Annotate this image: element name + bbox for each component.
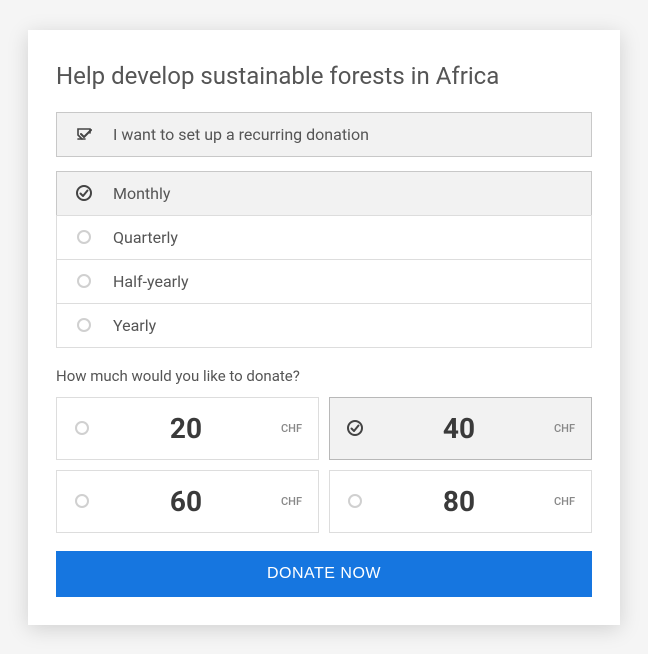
amount-value: 20 [91, 412, 281, 445]
frequency-option-quarterly[interactable]: Quarterly [56, 215, 592, 260]
amount-currency: CHF [554, 495, 575, 508]
frequency-option-half-yearly[interactable]: Half-yearly [56, 259, 592, 304]
donate-button[interactable]: DONATE NOW [56, 551, 592, 597]
recurring-label: I want to set up a recurring donation [113, 125, 369, 144]
amount-option-80[interactable]: 80 CHF [329, 470, 592, 533]
amount-option-20[interactable]: 20 CHF [56, 397, 319, 460]
radio-empty-icon [346, 492, 364, 510]
frequency-option-monthly[interactable]: Monthly [56, 171, 592, 216]
radio-checked-icon [346, 419, 364, 437]
amount-value: 40 [364, 412, 554, 445]
frequency-label: Half-yearly [113, 272, 189, 291]
radio-empty-icon [73, 492, 91, 510]
amount-grid: 20 CHF 40 CHF 60 CHF 80 CHF [56, 397, 592, 533]
frequency-group: Monthly Quarterly Half-yearly Yearly [56, 171, 592, 348]
amount-option-40[interactable]: 40 CHF [329, 397, 592, 460]
radio-empty-icon [75, 316, 93, 334]
checkbox-checked-icon [75, 125, 93, 143]
amount-option-60[interactable]: 60 CHF [56, 470, 319, 533]
radio-empty-icon [75, 228, 93, 246]
donation-form: Help develop sustainable forests in Afri… [28, 30, 620, 625]
radio-empty-icon [73, 419, 91, 437]
frequency-label: Quarterly [113, 228, 178, 247]
amount-question: How much would you like to donate? [56, 367, 592, 385]
amount-currency: CHF [281, 422, 302, 435]
frequency-label: Monthly [113, 184, 170, 203]
page-title: Help develop sustainable forests in Afri… [56, 62, 592, 90]
radio-checked-icon [75, 184, 93, 202]
amount-currency: CHF [554, 422, 575, 435]
frequency-label: Yearly [113, 316, 156, 335]
radio-empty-icon [75, 272, 93, 290]
amount-value: 80 [364, 485, 554, 518]
frequency-option-yearly[interactable]: Yearly [56, 303, 592, 348]
recurring-checkbox-row[interactable]: I want to set up a recurring donation [56, 112, 592, 157]
amount-value: 60 [91, 485, 281, 518]
amount-currency: CHF [281, 495, 302, 508]
